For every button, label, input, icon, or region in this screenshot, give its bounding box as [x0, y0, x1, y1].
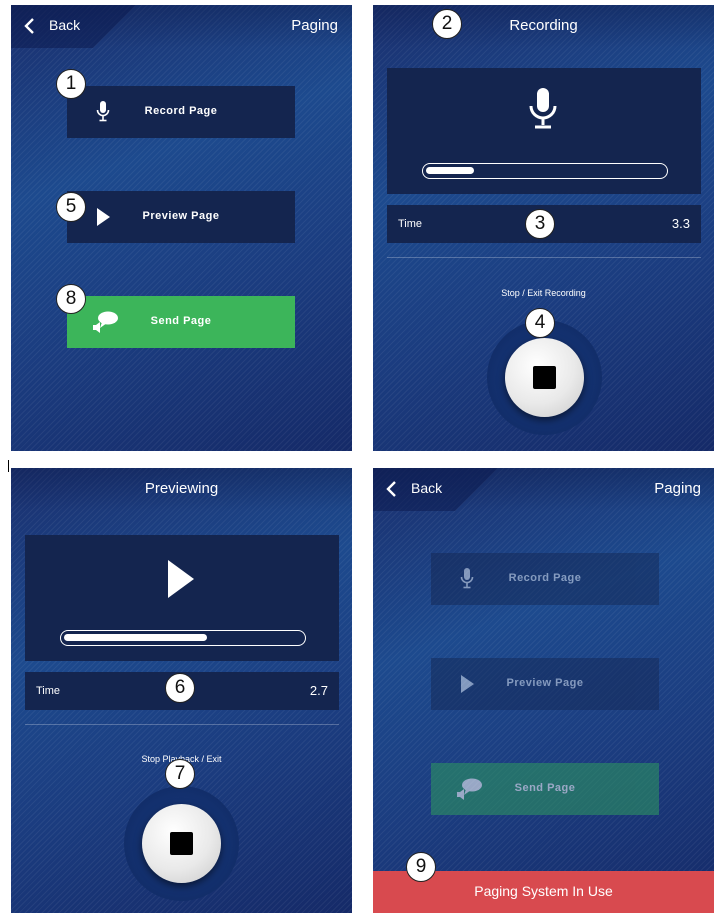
divider — [387, 257, 701, 258]
stop-playback-button[interactable] — [142, 804, 221, 883]
time-value: 3.3 — [671, 216, 690, 231]
time-label: Time — [36, 685, 61, 697]
preview-display — [25, 535, 339, 661]
chevron-left-icon — [386, 481, 396, 497]
divider-mark — [8, 460, 9, 472]
alert-text: Paging System In Use — [474, 883, 613, 899]
preview-page-button[interactable]: Preview Page — [431, 658, 659, 710]
time-value: 2.7 — [309, 683, 328, 698]
paging-screen: Back Paging Record Page Preview Page Sen… — [11, 5, 352, 451]
callout-badge: 3 — [525, 209, 555, 239]
stop-recording-button[interactable] — [505, 338, 584, 417]
header-bar: Back Paging — [11, 5, 352, 48]
callout-badge: 8 — [56, 284, 86, 314]
microphone-icon — [529, 88, 557, 129]
stop-icon — [170, 832, 193, 855]
preview-page-label: Preview Page — [142, 210, 220, 222]
recording-display — [387, 68, 701, 194]
callout-badge: 1 — [56, 69, 86, 99]
callout-badge: 2 — [432, 9, 462, 39]
back-button[interactable]: Back — [373, 468, 498, 511]
progress-fill — [64, 634, 207, 641]
recording-progress-bar — [422, 163, 668, 179]
send-page-button[interactable]: Send Page — [67, 296, 295, 348]
chevron-left-icon — [24, 18, 34, 34]
record-page-label: Record Page — [144, 105, 218, 117]
callout-badge: 7 — [165, 759, 195, 789]
record-page-button[interactable]: Record Page — [431, 553, 659, 605]
play-icon — [168, 560, 194, 598]
callout-badge: 4 — [525, 308, 555, 338]
page-title: Paging — [291, 17, 338, 34]
page-title: Recording — [509, 17, 578, 34]
stop-hint: Stop / Exit Recording — [501, 288, 586, 298]
paging-in-use-screen: Back Paging Record Page Preview Page Sen… — [373, 468, 714, 913]
record-page-button[interactable]: Record Page — [67, 86, 295, 138]
header-bar: Previewing — [11, 468, 352, 511]
page-title: Paging — [654, 480, 701, 497]
stop-button-ring — [124, 786, 239, 901]
callout-badge: 5 — [56, 192, 86, 222]
record-page-label: Record Page — [508, 572, 582, 584]
header-bar: Recording — [373, 5, 714, 48]
previewing-screen: Previewing Time 2.7 Stop Playback / Exit… — [11, 468, 352, 913]
preview-page-button[interactable]: Preview Page — [67, 191, 295, 243]
page-title: Previewing — [144, 480, 219, 497]
divider — [25, 724, 339, 725]
back-label: Back — [411, 480, 443, 496]
preview-page-label: Preview Page — [506, 677, 584, 689]
send-page-label: Send Page — [150, 315, 212, 327]
send-page-button[interactable]: Send Page — [431, 763, 659, 815]
header-bar: Back Paging — [373, 468, 714, 511]
playback-progress-bar — [60, 630, 306, 646]
stop-icon — [533, 366, 556, 389]
callout-badge: 9 — [406, 852, 436, 882]
back-button[interactable]: Back — [11, 5, 136, 48]
time-label: Time — [398, 218, 423, 230]
recording-screen: Recording Time 3.3 Stop / Exit Recording… — [373, 5, 714, 451]
send-page-label: Send Page — [514, 782, 576, 794]
callout-badge: 6 — [165, 673, 195, 703]
back-label: Back — [49, 17, 81, 33]
progress-fill — [426, 167, 474, 174]
